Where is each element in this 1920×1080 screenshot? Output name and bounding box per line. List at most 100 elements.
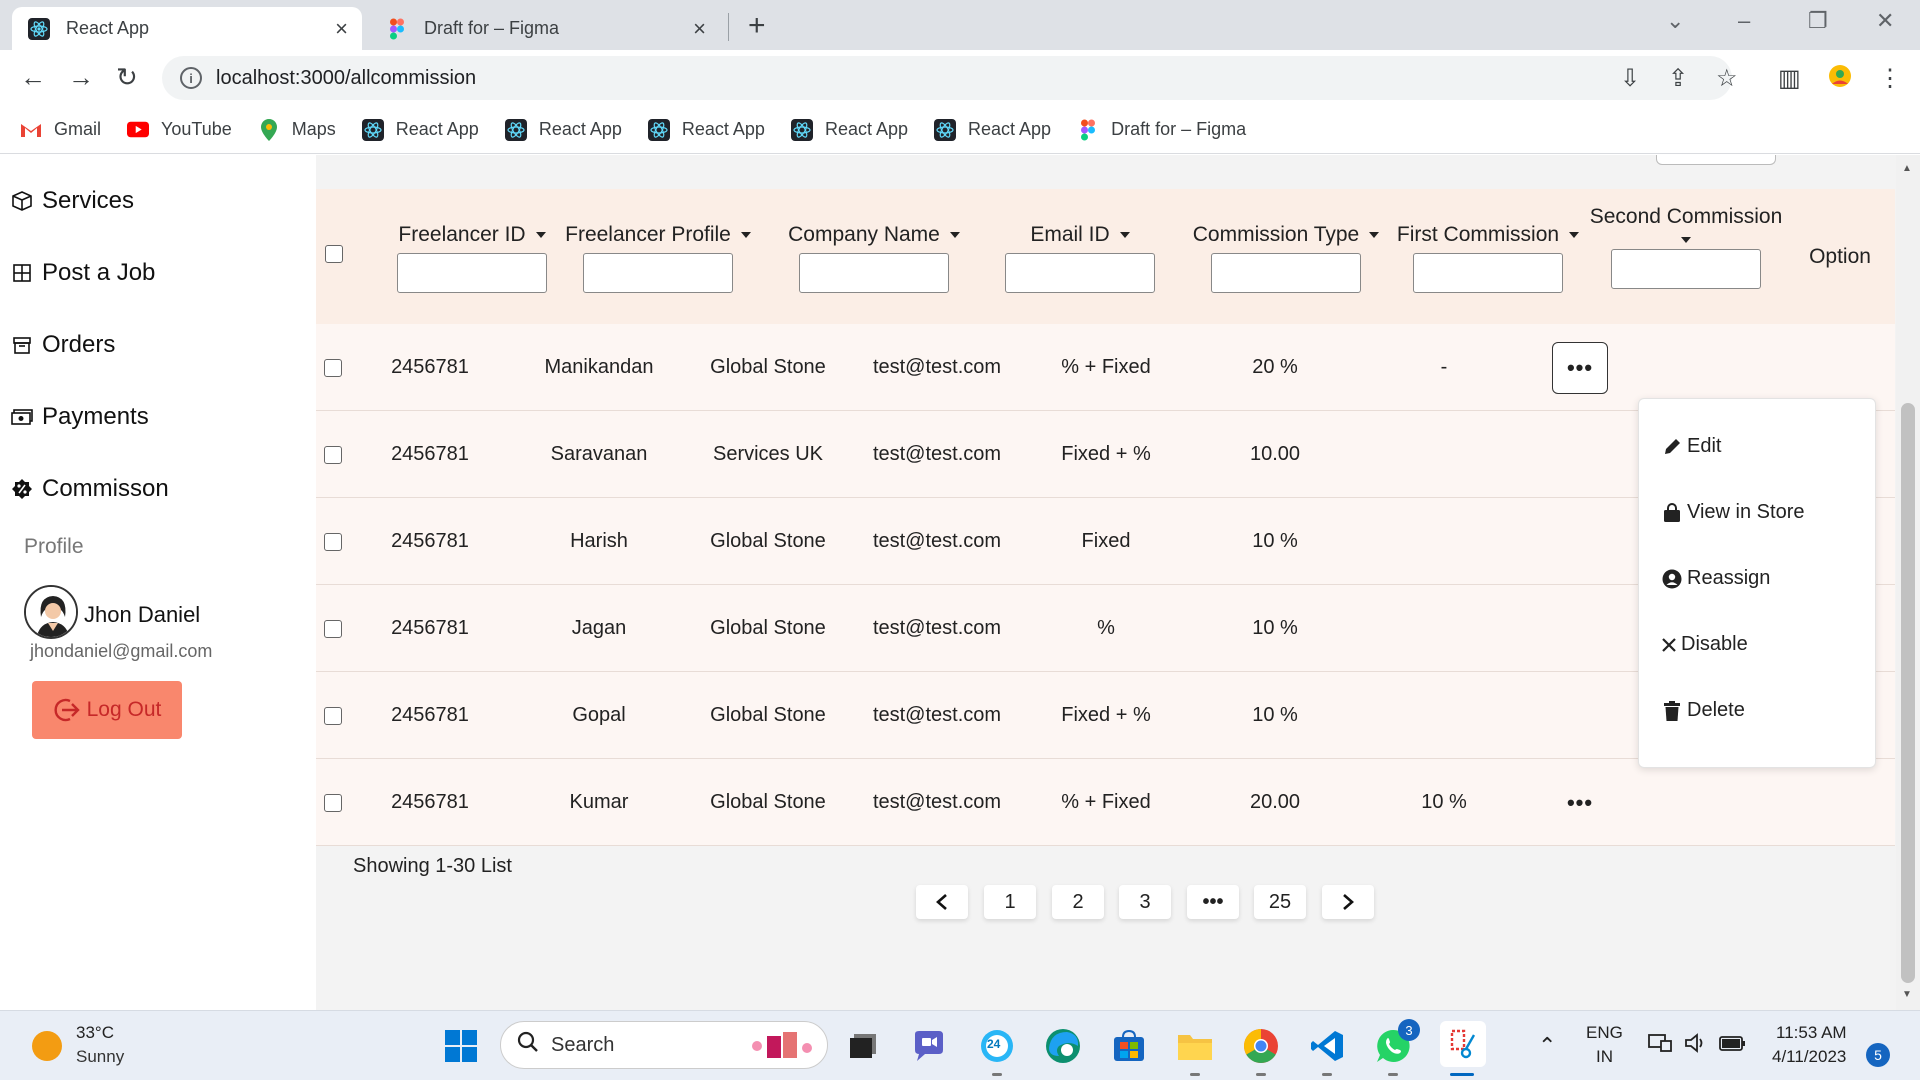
clock-date[interactable]: 4/11/2023 [1772,1047,1846,1067]
address-bar[interactable]: i localhost:3000/allcommission [162,56,1732,100]
chrome-browser-icon[interactable] [1242,1027,1280,1065]
snipping-tool-icon[interactable] [1440,1021,1486,1067]
taskbar-search[interactable]: Search [500,1021,828,1069]
volume-icon[interactable] [1682,1029,1710,1057]
more-options-button[interactable]: ••• [1552,341,1608,394]
filter-freelancer-profile[interactable] [583,253,733,293]
scroll-down-icon[interactable]: ▼ [1902,989,1912,1000]
filter-second-commission[interactable] [1611,249,1761,289]
chevron-down-icon[interactable]: ⌄ [1666,8,1684,34]
restore-icon[interactable]: ❐ [1808,8,1828,34]
bookmark-label: Draft for – Figma [1111,119,1247,139]
menu-item-edit[interactable]: Edit [1661,435,1721,458]
sort-freelancer-profile[interactable]: Freelancer Profile [565,223,751,247]
page-button[interactable]: 1 [984,885,1036,919]
filter-company-name[interactable] [799,253,949,293]
language-bottom[interactable]: IN [1596,1047,1613,1067]
filter-freelancer-id[interactable] [397,253,547,293]
sort-company-name[interactable]: Company Name [788,223,960,247]
new-tab-icon[interactable]: + [748,9,766,43]
sort-first-commission[interactable]: First Commission [1397,223,1580,247]
menu-item-delete[interactable]: Delete [1661,699,1745,722]
page-ellipsis[interactable]: ••• [1187,885,1239,919]
sidebar-item-payments[interactable]: Payments [10,403,149,431]
sidebar-item-orders[interactable]: Orders [10,331,115,359]
select-all-checkbox[interactable] [325,245,343,263]
bookmark-youtube[interactable]: YouTube [127,119,232,141]
close-icon[interactable]: × [335,16,348,42]
clock-time[interactable]: 11:53 AM [1776,1023,1847,1043]
bag-icon [1661,502,1683,524]
sidebar-item-services[interactable]: Services [10,187,134,215]
battery-icon[interactable] [1718,1029,1748,1057]
close-icon[interactable]: × [693,16,706,42]
bookmark-figma[interactable]: Draft for – Figma [1077,119,1246,141]
window-close-icon[interactable]: ✕ [1876,8,1894,34]
page-button[interactable]: 3 [1119,885,1171,919]
menu-item-view-in-store[interactable]: View in Store [1661,501,1804,524]
edge-browser-icon[interactable] [1044,1027,1082,1065]
table-row[interactable]: 2456781 Kumar Global Stone test@test.com% +… [316,759,1895,846]
filter-commission-type[interactable] [1211,253,1361,293]
vertical-scrollbar[interactable]: ▲ ▼ [1896,155,1920,1010]
weather-condition[interactable]: Sunny [76,1047,124,1067]
file-explorer-icon[interactable] [1176,1027,1214,1065]
caret-down-icon[interactable] [1681,237,1691,243]
top-button[interactable] [1656,155,1776,165]
filter-first-commission[interactable] [1413,253,1563,293]
more-options-button[interactable]: ••• [1567,790,1593,816]
sidebar-item-post-a-job[interactable]: Post a Job [10,259,155,287]
notification-count[interactable]: 5 [1866,1043,1890,1067]
tab-react-app[interactable]: React App × [12,7,362,50]
page-button[interactable]: 25 [1254,885,1306,919]
reload-icon[interactable]: ↻ [116,62,138,93]
install-icon[interactable]: ⇩ [1620,64,1640,93]
bookmark-react-app[interactable]: React App [504,118,622,141]
sidebar-item-commisson[interactable]: Commisson [10,475,169,503]
sun-icon[interactable] [32,1031,62,1061]
whatsapp-icon[interactable]: 3 [1374,1019,1420,1065]
next-page-button[interactable] [1322,885,1374,919]
microsoft-store-icon[interactable] [1110,1027,1148,1065]
weather-temperature[interactable]: 33°C [76,1023,114,1043]
bookmark-maps[interactable]: Maps [258,118,336,141]
caret-down-icon [1119,232,1130,239]
filter-email-id[interactable] [1005,253,1155,293]
share-icon[interactable]: ⇪ [1668,64,1688,93]
column-title: Option [1809,245,1871,268]
star-icon[interactable]: ☆ [1716,64,1738,93]
forward-arrow-icon[interactable]: → [68,62,94,93]
network-icon[interactable] [1646,1029,1674,1057]
calendar-app-icon[interactable]: 24 [978,1027,1016,1065]
language-top[interactable]: ENG [1586,1023,1623,1043]
search-highlight-icon [747,1028,817,1070]
scroll-up-icon[interactable]: ▲ [1902,163,1912,174]
tab-figma[interactable]: Draft for – Figma × [370,7,720,50]
vscode-icon[interactable] [1308,1027,1346,1065]
side-panel-icon[interactable]: ▥ [1778,64,1801,93]
minimize-icon[interactable]: – [1738,8,1750,34]
bookmark-react-app[interactable]: React App [934,118,1051,141]
prev-page-button[interactable] [916,885,968,919]
menu-item-disable[interactable]: Disable [1661,633,1748,656]
windows-start-icon[interactable] [442,1027,480,1065]
task-view-icon[interactable] [844,1027,882,1065]
column-title: Freelancer ID [398,223,526,246]
back-arrow-icon[interactable]: ← [20,62,46,93]
chevron-up-icon[interactable]: ⌃ [1538,1033,1556,1059]
scroll-thumb[interactable] [1901,403,1915,983]
sort-email-id[interactable]: Email ID [1030,223,1130,247]
bookmark-react-app[interactable]: React App [790,118,908,141]
bookmark-react-app[interactable]: React App [361,118,479,141]
page-button[interactable]: 2 [1052,885,1104,919]
sort-commission-type[interactable]: Commission Type [1193,223,1380,247]
info-icon[interactable]: i [180,67,202,89]
profile-icon[interactable] [1828,64,1852,95]
bookmark-gmail[interactable]: Gmail [20,119,101,141]
menu-item-reassign[interactable]: Reassign [1661,567,1770,590]
menu-dots-icon[interactable]: ⋮ [1878,64,1902,93]
logout-button[interactable]: Log Out [32,681,182,739]
bookmark-react-app[interactable]: React App [647,118,765,141]
teams-chat-icon[interactable] [910,1027,948,1065]
sort-freelancer-id[interactable]: Freelancer ID [398,223,546,247]
